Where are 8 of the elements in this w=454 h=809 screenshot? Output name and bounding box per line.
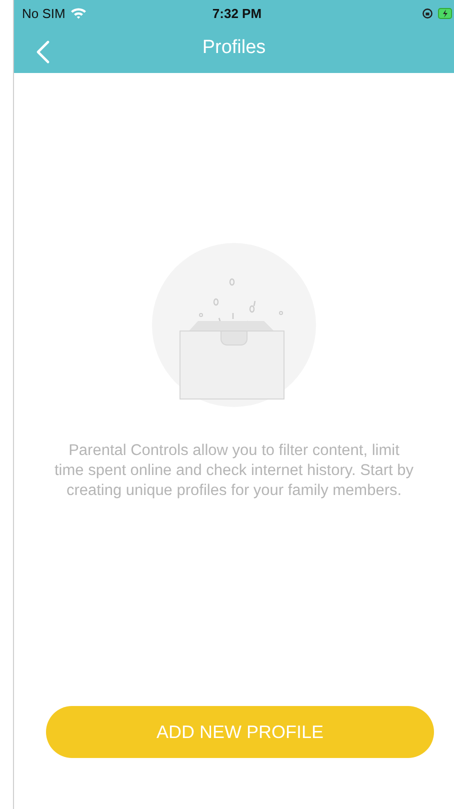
rotation-lock-icon xyxy=(422,8,433,18)
clock-time: 7:32 PM xyxy=(212,6,262,20)
wifi-icon xyxy=(70,7,88,19)
empty-state-message: Parental Controls allow you to filter content, limit time spent online and check internet history. Start by creating unique profiles for your family members. xyxy=(54,441,414,501)
battery-charging-icon xyxy=(438,8,452,18)
page-title: Profiles xyxy=(202,36,266,60)
add-profile-button[interactable]: ADD NEW PROFILE xyxy=(46,706,434,758)
carrier-label: No SIM xyxy=(22,6,66,20)
